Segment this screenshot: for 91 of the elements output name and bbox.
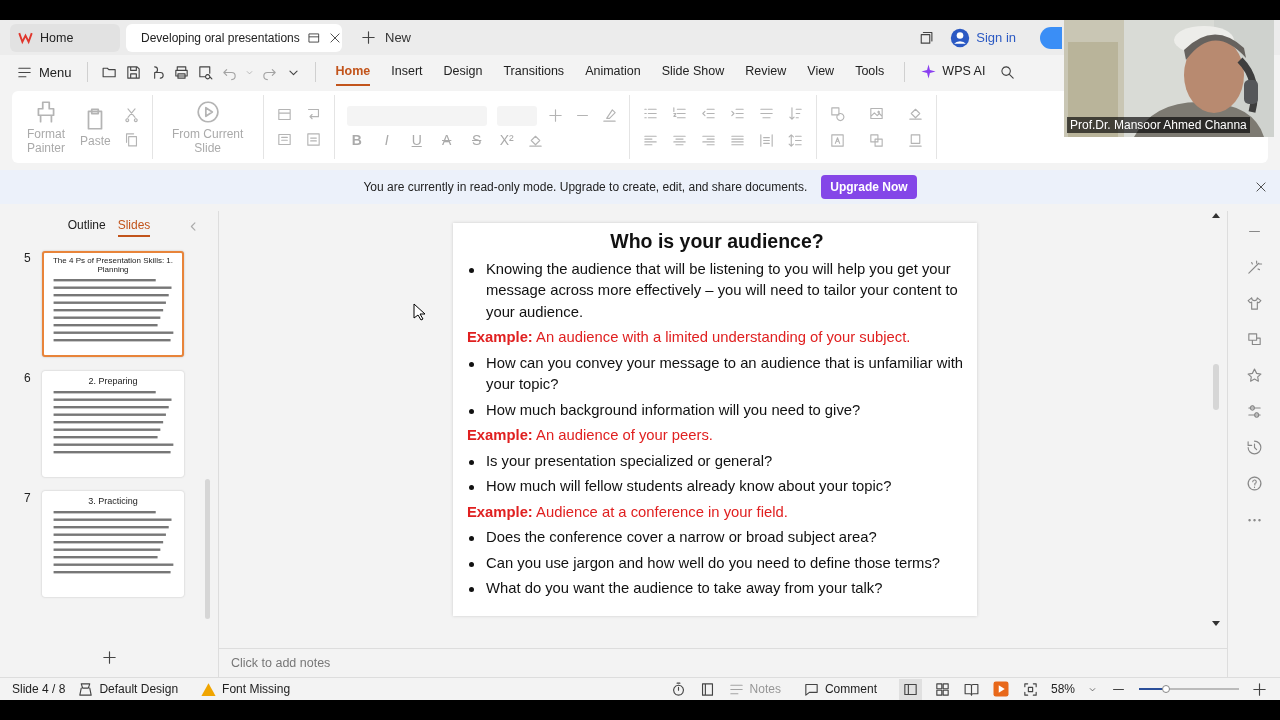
bullet-text: Does the conference cover a narrow or broad subject area?: [486, 528, 877, 547]
slideshow-icon[interactable]: [991, 680, 1010, 698]
panel-tab[interactable]: Slides: [117, 215, 151, 237]
w-logo-icon: [18, 30, 33, 45]
bullet-icon: [469, 408, 474, 414]
ribbon-tab[interactable]: Transitions: [503, 58, 565, 86]
plus-icon: [360, 29, 377, 46]
document-tab[interactable]: Home: [10, 23, 120, 52]
avatar-icon: [950, 27, 971, 48]
tab-label: Developing oral presentations: [141, 30, 300, 45]
warning-icon: [200, 680, 218, 698]
save-icon[interactable]: [124, 63, 142, 81]
bullet-text: How much background information will you need to give?: [486, 400, 861, 420]
magic-wand-icon[interactable]: [1245, 259, 1263, 276]
bullet-text: Knowing the audience that will be listening to you will help you get your message across more effectively – you will need to tailor your content to your audience.: [486, 259, 959, 322]
bullet-icon: [469, 485, 474, 490]
new-tab-button[interactable]: New: [348, 29, 423, 46]
fit-icon[interactable]: [1021, 680, 1039, 698]
notice-text: You are currently in read-only mode. Upgrade to create, edit, and share documents.: [363, 180, 808, 194]
upgrade-button[interactable]: Upgrade Now: [821, 175, 917, 199]
comment-button[interactable]: Comment: [802, 680, 877, 698]
bullet-icon: [469, 267, 474, 273]
shirt-icon[interactable]: [1245, 295, 1263, 312]
upgrade-pill[interactable]: [1040, 26, 1062, 49]
bullet-text: Is your presentation specialized or general?: [486, 451, 773, 471]
participant-name: Prof.Dr. Mansoor Ahmed Channa: [1067, 117, 1250, 133]
mouse-cursor-icon: [413, 303, 425, 321]
thumbnail-title: 2. Preparing: [88, 376, 138, 386]
design-icon: [77, 680, 95, 698]
ribbon-tab[interactable]: Insert: [391, 58, 423, 86]
bullet-text: How much will fellow students already know about your topic?: [486, 477, 892, 496]
panel-tab[interactable]: Outline: [67, 215, 106, 237]
zoom-level[interactable]: 58%: [1050, 682, 1075, 696]
slide-counter: Slide 4 / 8: [12, 682, 66, 696]
bullet-text: Can you use jargon and how well do you need to define those terms?: [486, 553, 941, 573]
sparkle-icon: [920, 62, 938, 80]
grid-view-icon[interactable]: [933, 680, 951, 698]
scrollbar[interactable]: [1213, 364, 1219, 410]
bullet-icon: [469, 536, 474, 541]
example-text: An audience with a limited understanding of your subject.: [536, 329, 911, 345]
slide-thumbnail[interactable]: 3. Practicing: [42, 491, 184, 597]
slide-title: Who is your audience?: [609, 231, 825, 253]
example-text: Audience at a conference in your field.: [536, 503, 788, 520]
add-slide-icon[interactable]: [100, 648, 118, 666]
menu-button[interactable]: Menu: [16, 63, 72, 81]
design-button[interactable]: Default Design: [77, 680, 179, 698]
ribbon-tab[interactable]: Tools: [855, 58, 885, 86]
slide-number: 5: [24, 251, 32, 267]
example-text: An audience of your peers.: [536, 427, 713, 443]
search-icon[interactable]: [999, 63, 1017, 81]
thumbnail-title: 3. Practicing: [88, 496, 138, 506]
zoom-in-icon[interactable]: [1251, 680, 1268, 698]
star-icon[interactable]: [1245, 367, 1263, 384]
ribbon-tab[interactable]: View: [807, 58, 835, 86]
document-tab[interactable]: Developing oral presentations: [126, 23, 342, 52]
close-icon[interactable]: [1254, 180, 1268, 194]
ribbon-tab[interactable]: Design: [443, 58, 483, 86]
bullet-icon: [469, 561, 474, 567]
print-preview-icon[interactable]: [196, 63, 214, 81]
slide-thumbnail[interactable]: 2. Preparing: [42, 371, 184, 477]
example-label: Example:: [467, 427, 533, 443]
sliders-icon[interactable]: [1245, 403, 1263, 420]
scrollbar[interactable]: [205, 479, 210, 619]
tab-label: Home: [40, 30, 74, 45]
monitor-icon[interactable]: [306, 30, 321, 45]
play-icon: [194, 99, 221, 125]
ribbon-tab[interactable]: Review: [745, 58, 787, 86]
ribbon-tab[interactable]: Slide Show: [661, 58, 725, 86]
slide-thumbnail[interactable]: The 4 Ps of Presentation Skills: 1. Planning: [42, 251, 184, 357]
scroll-down-icon[interactable]: [1212, 621, 1220, 626]
scroll-up-icon[interactable]: [1212, 213, 1220, 218]
ribbon-tab[interactable]: Animation: [585, 58, 641, 86]
wps-ai-button[interactable]: WPS AI: [920, 56, 986, 88]
bullet-text: How can you convey your message to an audience that is unfamiliar with your topic?: [486, 353, 965, 394]
help-icon[interactable]: [1245, 475, 1263, 492]
slide-number: 6: [24, 371, 32, 387]
bullet-text: What do you want the audience to take away from your talk?: [486, 579, 883, 598]
bullet-icon: [469, 361, 474, 367]
bullet-icon: [469, 587, 474, 592]
ribbon-tab[interactable]: Home: [335, 58, 371, 86]
bullet-icon: [469, 459, 474, 465]
example-label: Example:: [467, 329, 533, 345]
slides-icon[interactable]: [1245, 331, 1263, 348]
example-label: Example:: [467, 503, 533, 520]
sign-in-button[interactable]: Sign in: [950, 27, 1016, 48]
slide-number: 7: [24, 491, 32, 507]
history-icon[interactable]: [1245, 439, 1263, 456]
thumbnail-title: The 4 Ps of Presentation Skills: 1. Planning: [51, 256, 175, 274]
print-icon[interactable]: [172, 63, 190, 81]
font-missing-button[interactable]: Font Missing: [200, 680, 291, 698]
close-icon[interactable]: [327, 30, 342, 45]
